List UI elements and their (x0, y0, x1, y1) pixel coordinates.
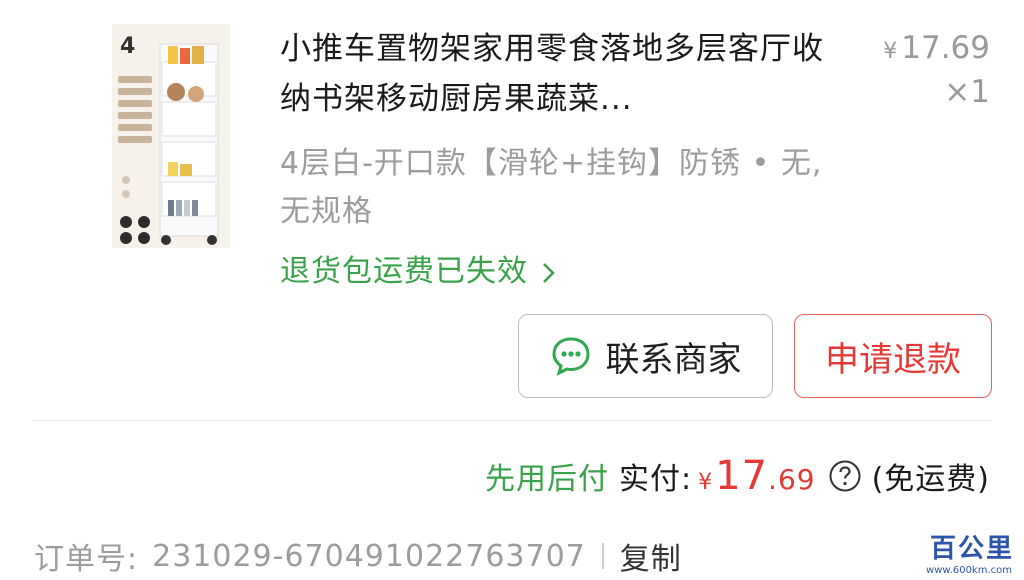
watermark-url: www.600km.com (926, 565, 1012, 576)
amount-decimal: .69 (768, 463, 816, 496)
chat-bubble-icon (551, 337, 590, 376)
free-shipping-note: (免运费) (871, 462, 990, 497)
actual-paid-amount: ¥ 17 .69 (698, 453, 815, 499)
order-separator (601, 543, 604, 569)
product-thumbnail[interactable]: 4 (112, 24, 230, 248)
price-value: 17.69 (901, 30, 990, 66)
pay-later-tag[interactable]: 先用后付 (485, 454, 609, 498)
return-shipping-text: 退货包运费已失效 (280, 254, 528, 289)
order-number-value: 231029-670491022763707 (152, 538, 586, 574)
return-shipping-link[interactable]: 退货包运费已失效 (280, 246, 557, 290)
copy-order-button[interactable]: 复制 (620, 534, 682, 578)
apply-refund-label: 申请退款 (825, 339, 961, 380)
product-price: ¥17.69 (883, 30, 990, 66)
amount-integer: 17 (715, 453, 769, 499)
apply-refund-button[interactable]: 申请退款 (794, 314, 992, 398)
shelf-cart-image (118, 43, 219, 245)
section-divider (32, 420, 992, 421)
payment-summary: 先用后付 实付: ¥ 17 .69 (免运费) (485, 448, 990, 504)
product-title[interactable]: 小推车置物架家用零食落地多层客厅收纳书架移动厨房果蔬菜... (280, 24, 840, 124)
contact-seller-label: 联系商家 (605, 339, 742, 380)
product-spec: 4层白-开口款【滑轮+挂钩】防锈 • 无,无规格 (280, 146, 823, 229)
contact-seller-button[interactable]: 联系商家 (518, 314, 773, 398)
watermark-logo: 百公里 www.600km.com (900, 528, 1018, 576)
watermark-brand: 百公里 (929, 534, 1014, 564)
order-number-label: 订单号: (34, 542, 139, 577)
chevron-right-icon (542, 262, 555, 283)
order-number-row: 订单号: 231029-670491022763707 复制 (34, 530, 682, 580)
actual-paid-label: 实付: (619, 462, 693, 497)
product-quantity: ×1 (944, 74, 990, 110)
question-circle-icon[interactable] (828, 459, 862, 493)
price-currency: ¥ (883, 39, 898, 64)
amount-currency: ¥ (698, 470, 714, 495)
